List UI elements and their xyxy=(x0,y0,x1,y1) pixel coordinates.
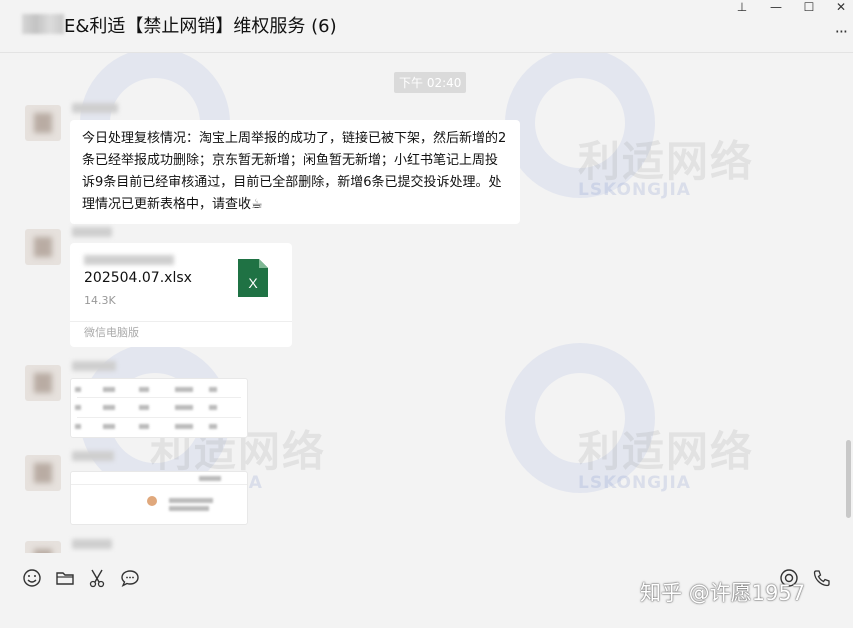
image-message[interactable] xyxy=(70,471,248,525)
blurred-content xyxy=(209,387,217,392)
minimize-button[interactable]: — xyxy=(764,0,788,14)
table-row-divider xyxy=(77,417,241,418)
blurred-content xyxy=(175,424,193,429)
table-row-divider xyxy=(77,397,241,398)
sender-name xyxy=(72,103,118,113)
blurred-content xyxy=(139,424,149,429)
text-message[interactable]: 今日处理复核情况：淘宝上周举报的成功了，链接已被下架，然后新增的2条已经举报成功… xyxy=(70,120,520,224)
sender-name xyxy=(72,539,112,549)
blurred-emblem xyxy=(147,496,157,506)
file-source: 微信电脑版 xyxy=(70,321,292,344)
blurred-content xyxy=(103,387,115,392)
blurred-content xyxy=(199,476,221,481)
file-message[interactable]: 202504.07.xlsx 14.3K X 微信电脑版 xyxy=(70,243,292,347)
watermark-text-en: LSKONGJIA xyxy=(578,180,691,200)
watermark-logo xyxy=(505,343,655,493)
chat-history[interactable]: 利适网络 LSKONGJIA 利适网络 LSKONGJIA 利适网络 LSKON… xyxy=(0,53,853,553)
chat-title: E&利适【禁止网销】维权服务 (6) xyxy=(64,16,337,37)
sender-name xyxy=(72,451,114,461)
blurred-file-prefix xyxy=(84,255,174,265)
svg-text:X: X xyxy=(248,275,258,291)
blurred-content xyxy=(175,405,193,410)
blurred-content xyxy=(139,387,149,392)
message-timestamp: 下午 02:40 xyxy=(394,72,467,93)
blurred-content xyxy=(209,405,217,410)
file-name: 202504.07.xlsx xyxy=(84,270,192,286)
watermark-text: 利适网络 xyxy=(578,137,755,186)
avatar[interactable] xyxy=(25,229,61,265)
image-message[interactable] xyxy=(70,378,248,438)
zhihu-signature: 知乎 @许愿1957 xyxy=(640,581,806,605)
title-bar: E&利适【禁止网销】维权服务 (6) ⊥ — ☐ ✕ ··· xyxy=(0,0,853,53)
chat-bubble-icon[interactable] xyxy=(120,568,140,588)
pin-icon[interactable]: ⊥ xyxy=(730,0,754,14)
maximize-button[interactable]: ☐ xyxy=(797,0,821,14)
avatar[interactable] xyxy=(25,365,61,401)
watermark-logo xyxy=(505,53,655,198)
blurred-title-prefix xyxy=(22,14,64,34)
scissors-icon[interactable] xyxy=(87,568,107,588)
watermark-text-en: LSKONGJIA xyxy=(578,473,691,493)
file-size: 14.3K xyxy=(84,294,116,307)
chat-scrollbar[interactable] xyxy=(846,440,851,518)
blurred-content xyxy=(169,498,213,503)
emoji-icon[interactable] xyxy=(22,568,42,588)
sender-name xyxy=(72,361,116,371)
blurred-content xyxy=(75,387,81,392)
image-header-divider xyxy=(71,484,247,485)
blurred-content xyxy=(103,405,115,410)
avatar[interactable] xyxy=(25,541,61,553)
avatar[interactable] xyxy=(25,455,61,491)
blurred-content xyxy=(169,506,209,511)
sender-name xyxy=(72,227,112,237)
blurred-content xyxy=(75,424,81,429)
watermark-text: 利适网络 xyxy=(578,427,755,476)
blurred-content xyxy=(75,405,81,410)
blurred-content xyxy=(209,424,217,429)
more-options-button[interactable]: ··· xyxy=(835,22,848,41)
phone-icon[interactable] xyxy=(812,568,832,588)
blurred-content xyxy=(175,387,193,392)
blurred-content xyxy=(139,405,149,410)
excel-icon: X xyxy=(238,259,268,297)
folder-icon[interactable] xyxy=(55,568,75,588)
avatar[interactable] xyxy=(25,105,61,141)
blurred-content xyxy=(103,424,115,429)
close-button[interactable]: ✕ xyxy=(829,0,853,14)
